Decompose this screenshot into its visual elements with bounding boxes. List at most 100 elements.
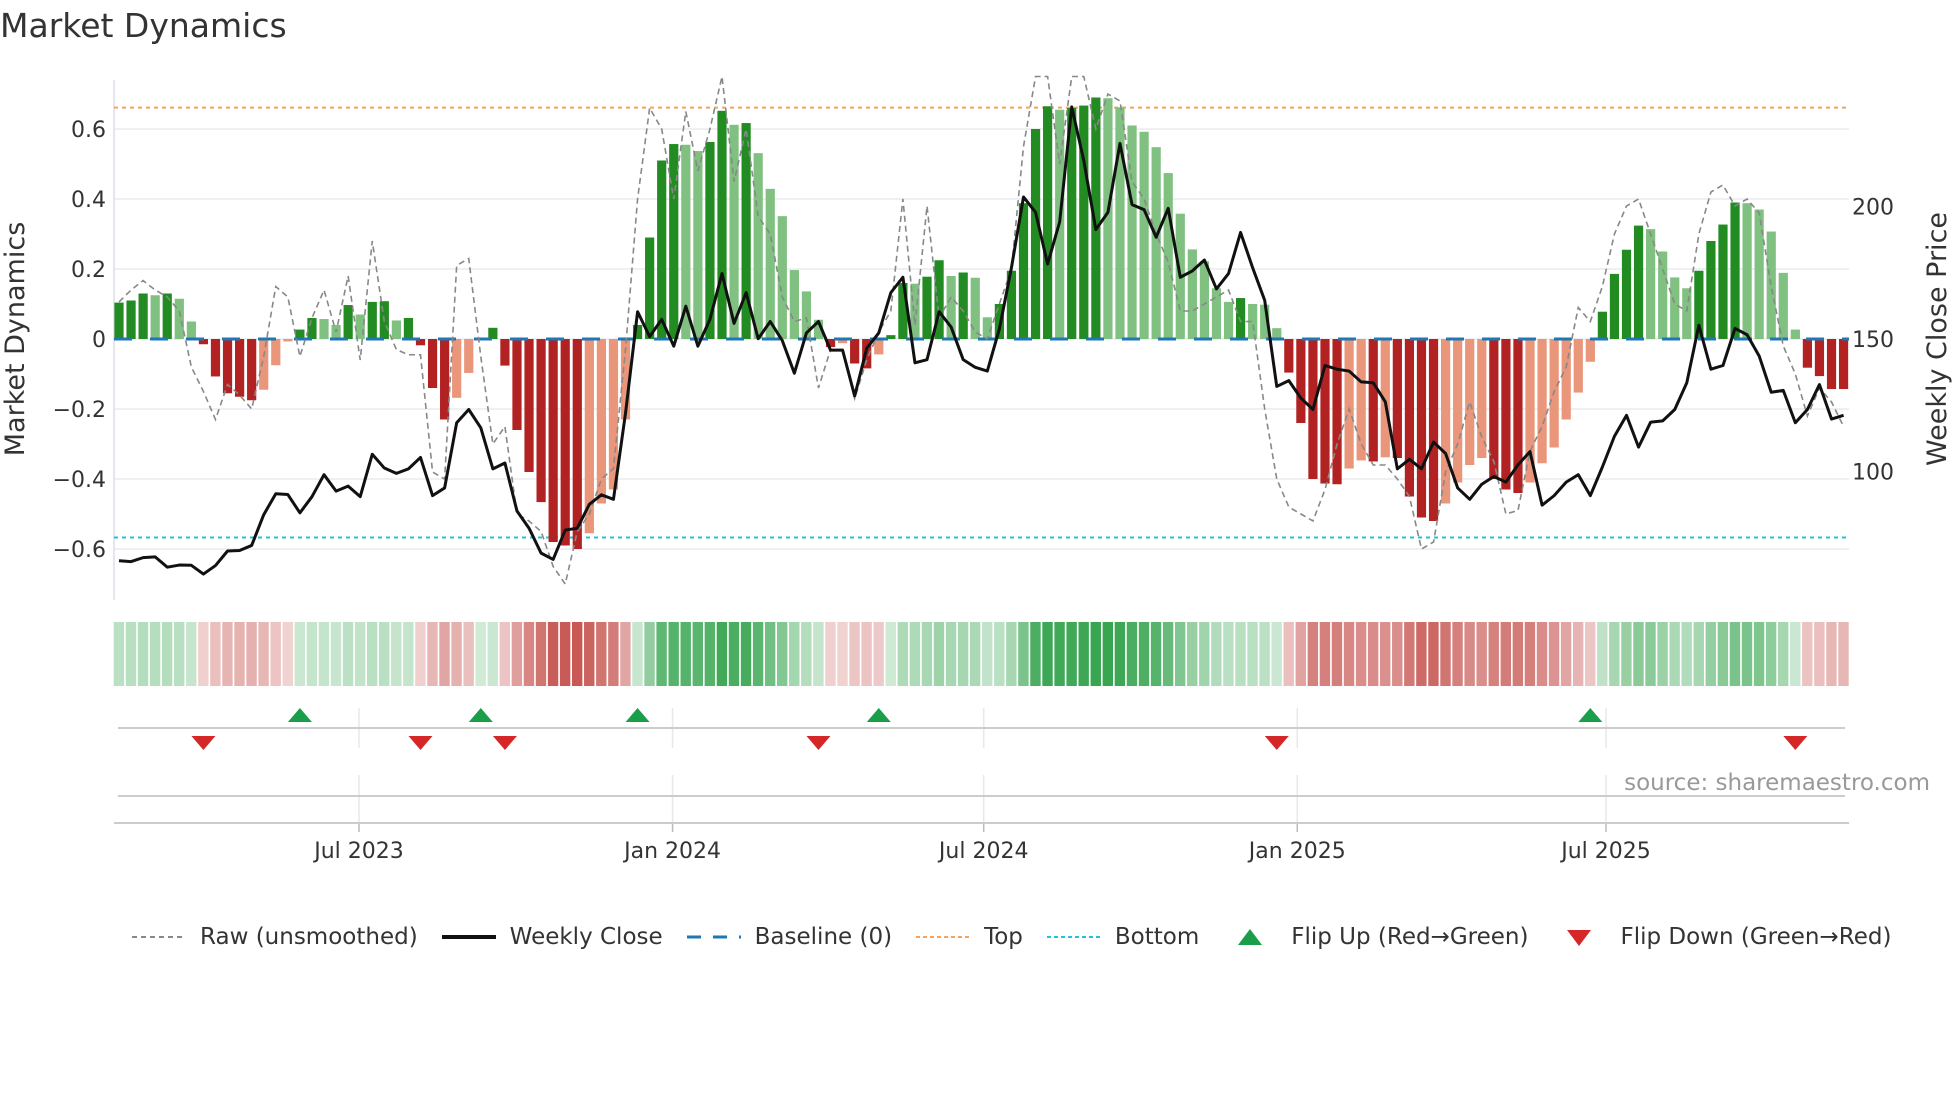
dynamics-bar bbox=[259, 339, 269, 390]
dynamics-bar bbox=[669, 144, 679, 339]
regime-strip-cell bbox=[692, 622, 703, 686]
dynamics-bar bbox=[247, 339, 257, 401]
regime-strip-cell bbox=[1705, 622, 1717, 686]
dynamics-bar bbox=[1199, 261, 1209, 339]
regime-strip-cell bbox=[1669, 622, 1680, 686]
dynamics-bar bbox=[1609, 273, 1620, 339]
flip-up-marker bbox=[625, 708, 650, 722]
dynamics-bar bbox=[874, 339, 884, 355]
dynamics-bar bbox=[1477, 339, 1487, 458]
regime-strip-cell bbox=[523, 622, 535, 686]
dynamics-bar bbox=[657, 160, 667, 339]
dynamics-bar bbox=[1465, 339, 1475, 465]
flip-down-marker bbox=[1783, 736, 1808, 750]
dynamics-bar bbox=[1223, 301, 1234, 339]
regime-strip-cell bbox=[1741, 622, 1753, 686]
dynamics-bar bbox=[1718, 224, 1728, 339]
regime-strip-cell bbox=[137, 622, 149, 686]
dynamics-bar bbox=[1163, 173, 1173, 339]
regime-strip-cell bbox=[391, 622, 402, 686]
regime-strip-cell bbox=[1826, 622, 1837, 686]
dynamics-bar bbox=[355, 314, 365, 339]
regime-strip-cell bbox=[1753, 622, 1765, 686]
dynamics-bar bbox=[1344, 339, 1354, 469]
regime-strip-cell bbox=[222, 622, 233, 686]
dynamics-bar bbox=[403, 318, 414, 339]
dynamics-bar bbox=[1030, 129, 1041, 339]
regime-strip-cell bbox=[909, 622, 921, 686]
regime-strip-cell bbox=[149, 622, 161, 686]
regime-strip-cell bbox=[1633, 622, 1644, 686]
regime-strip-cell bbox=[451, 622, 462, 686]
dynamics-bar bbox=[1561, 339, 1571, 420]
dynamics-bar bbox=[958, 272, 968, 339]
regime-strip-cell bbox=[1536, 622, 1548, 686]
regime-strip-cell bbox=[1464, 622, 1475, 686]
regime-strip-cell bbox=[571, 622, 583, 686]
flip-up-legend-icon bbox=[1238, 929, 1263, 945]
regime-strip-cell bbox=[716, 622, 728, 686]
regime-strip-cell bbox=[1548, 622, 1560, 686]
regime-strip-cell bbox=[246, 622, 257, 686]
regime-strip-cell bbox=[1428, 622, 1439, 686]
regime-strip-cell bbox=[752, 622, 764, 686]
regime-strip-cell bbox=[1404, 622, 1415, 686]
close-legend-icon bbox=[441, 935, 496, 939]
regime-strip-cell bbox=[1717, 622, 1729, 686]
legend-label: Flip Down (Green→Red) bbox=[1620, 924, 1892, 950]
dynamics-bar bbox=[524, 339, 534, 472]
regime-strip-cell bbox=[825, 622, 836, 686]
regime-strip-cell bbox=[258, 622, 269, 686]
flip-down-marker bbox=[492, 736, 517, 750]
regime-strip-cell bbox=[439, 622, 450, 686]
dynamics-bar bbox=[1658, 251, 1668, 339]
regime-strip-cell bbox=[1235, 622, 1246, 686]
y-tick-label: −0.4 bbox=[53, 468, 106, 493]
regime-strip-cell bbox=[921, 622, 933, 686]
regime-strip-cell bbox=[873, 622, 884, 686]
regime-strip-cell bbox=[1585, 622, 1596, 686]
dynamics-bar bbox=[1441, 339, 1451, 504]
regime-strip-cell bbox=[1187, 622, 1198, 686]
dynamics-bar bbox=[1404, 339, 1415, 497]
regime-strip-cell bbox=[1247, 622, 1258, 686]
regime-strip-cell bbox=[1162, 622, 1174, 686]
regime-strip-cell bbox=[945, 622, 957, 686]
regime-strip-cell bbox=[994, 622, 1005, 686]
dynamics-bar bbox=[596, 339, 606, 504]
regime-strip-cell bbox=[1838, 622, 1849, 686]
regime-strip-cell bbox=[1597, 622, 1608, 686]
regime-strip-cell bbox=[282, 622, 293, 686]
regime-strip-cell bbox=[1054, 622, 1065, 686]
regime-strip-cell bbox=[680, 622, 691, 686]
regime-strip-cell bbox=[1066, 622, 1077, 686]
regime-strip-cell bbox=[1042, 622, 1053, 686]
dynamics-bar bbox=[138, 293, 148, 339]
regime-strip-cell bbox=[668, 622, 679, 686]
regime-strip-cell bbox=[584, 622, 595, 686]
regime-strip-cell bbox=[740, 622, 752, 686]
legend-item-flip_down: Flip Down (Green→Red) bbox=[1550, 924, 1891, 950]
y-tick-label: 0.4 bbox=[71, 188, 106, 213]
dynamics-bar bbox=[1320, 339, 1330, 484]
dynamics-bar bbox=[440, 339, 450, 420]
flip-down-marker bbox=[408, 736, 433, 750]
regime-strip-cell bbox=[186, 622, 197, 686]
regime-strip-cell bbox=[813, 622, 824, 686]
regime-strip-cell bbox=[366, 622, 378, 686]
regime-strip-cell bbox=[234, 622, 245, 686]
legend-label: Bottom bbox=[1114, 924, 1200, 950]
dynamics-bar bbox=[922, 276, 932, 339]
regime-strip-cell bbox=[1030, 622, 1041, 686]
dynamics-bar bbox=[560, 339, 570, 546]
regime-strip-cell bbox=[656, 622, 667, 686]
dynamics-bar bbox=[1453, 339, 1463, 483]
dynamics-bar bbox=[1585, 339, 1595, 362]
dynamics-bar bbox=[1235, 298, 1246, 339]
flip-up-marker bbox=[866, 708, 891, 722]
regime-strip-cell bbox=[1488, 622, 1499, 686]
regime-strip-cell bbox=[632, 622, 643, 686]
regime-strip-cell bbox=[957, 622, 969, 686]
regime-strip-cell bbox=[1657, 622, 1668, 686]
dynamics-bar bbox=[1392, 339, 1402, 458]
